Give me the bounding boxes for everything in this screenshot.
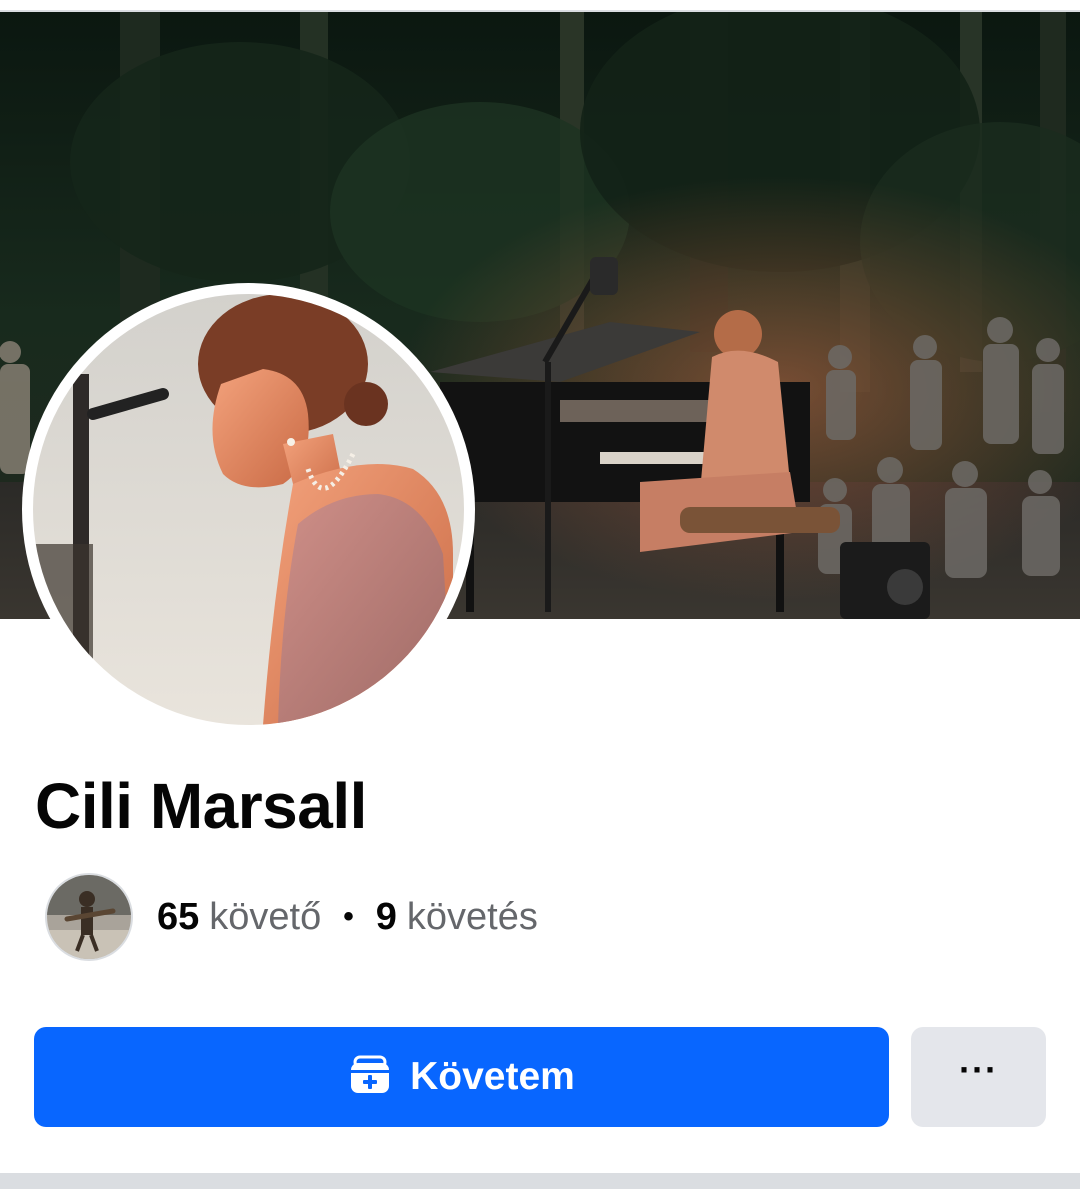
follow-briefcase-icon: [348, 1055, 392, 1100]
more-options-button[interactable]: ···: [911, 1027, 1046, 1127]
section-divider: [0, 1173, 1080, 1189]
more-options-icon: ···: [959, 1049, 998, 1090]
profile-picture-illustration: [33, 294, 464, 725]
stats-separator: •: [343, 900, 354, 933]
profile-stats: 65 követő • 9 követés: [45, 872, 538, 962]
friend-avatar-illustration: [47, 875, 131, 959]
follow-button-label: Követem: [410, 1055, 575, 1098]
top-edge: [0, 0, 1080, 12]
profile-name: Cili Marsall: [35, 770, 367, 842]
following-label[interactable]: követés: [407, 896, 538, 939]
followers-count[interactable]: 65: [157, 896, 199, 939]
profile-picture[interactable]: [33, 294, 464, 725]
follow-stats: 65 követő • 9 követés: [157, 896, 538, 939]
follow-button[interactable]: Követem: [34, 1027, 889, 1127]
following-count[interactable]: 9: [376, 896, 397, 939]
friend-avatar[interactable]: [45, 873, 133, 961]
followers-label[interactable]: követő: [209, 896, 321, 939]
